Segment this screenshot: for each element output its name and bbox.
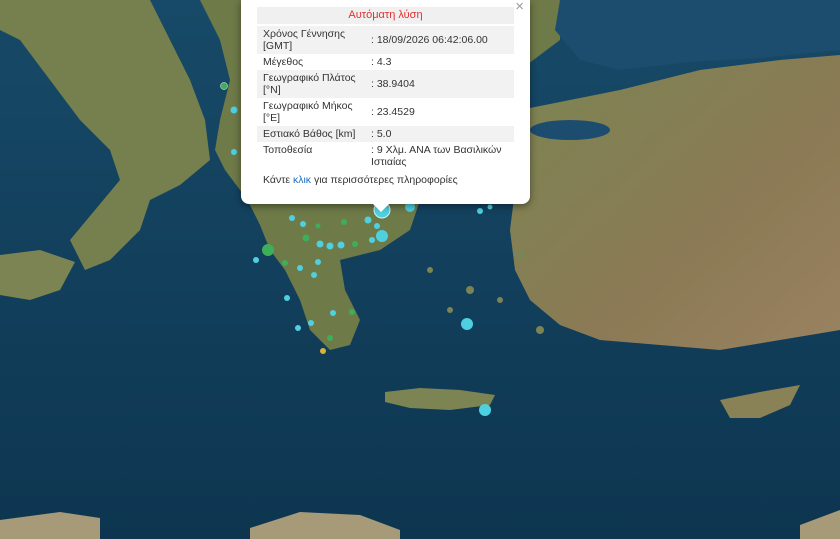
earthquake-marker[interactable]: [376, 230, 388, 242]
earthquake-marker[interactable]: [284, 295, 290, 301]
earthquake-marker[interactable]: [297, 265, 303, 271]
earthquake-marker[interactable]: [289, 215, 295, 221]
earthquake-marker[interactable]: [341, 219, 347, 225]
more-info-link[interactable]: κλικ: [293, 174, 311, 186]
earthquake-info-popup: × Αυτόματη λύση Χρόνος Γέννησης [GMT] : …: [241, 0, 530, 212]
row-value: : 18/09/2026 06:42:06.00: [371, 34, 488, 46]
popup-pointer: [372, 203, 390, 212]
row-label: Μέγεθος: [263, 56, 304, 68]
earthquake-marker[interactable]: [369, 237, 375, 243]
island: [515, 250, 525, 260]
row-label: Γεωγραφικό Πλάτος [°N]: [263, 72, 356, 96]
earthquake-marker[interactable]: [461, 318, 473, 330]
earthquake-marker[interactable]: [364, 216, 372, 224]
earthquake-marker[interactable]: [352, 241, 358, 247]
popup-title: Αυτόματη λύση: [257, 7, 514, 24]
earthquake-marker[interactable]: [477, 208, 483, 214]
island: [497, 297, 503, 303]
earthquake-marker[interactable]: [282, 260, 288, 266]
row-value: : 38.9404: [371, 78, 415, 90]
earthquake-marker[interactable]: [337, 241, 345, 249]
earthquake-marker[interactable]: [220, 82, 228, 90]
close-icon[interactable]: ×: [515, 0, 524, 14]
earthquake-marker[interactable]: [253, 257, 259, 263]
earthquake-marker[interactable]: [315, 259, 321, 265]
earthquake-marker[interactable]: [487, 204, 493, 210]
row-value: : 5.0: [371, 128, 392, 140]
popup-row-origin-time: Χρόνος Γέννησης [GMT] : 18/09/2026 06:42…: [257, 26, 514, 54]
earthquake-marker[interactable]: [300, 221, 306, 227]
island: [427, 267, 433, 273]
island: [466, 286, 474, 294]
row-value: : 23.4529: [371, 106, 415, 118]
earthquake-marker[interactable]: [262, 244, 274, 256]
earthquake-marker[interactable]: [330, 310, 336, 316]
row-value: : 4.3: [371, 56, 392, 68]
earthquake-marker[interactable]: [349, 309, 355, 315]
popup-row-longitude: Γεωγραφικό Μήκος [°E] : 23.4529: [257, 98, 514, 126]
more-info-prefix: Κάντε: [263, 174, 293, 186]
island: [447, 307, 453, 313]
earthquake-marker[interactable]: [316, 240, 324, 248]
more-info-suffix: για περισσότερες πληροφορίες: [311, 174, 458, 186]
sea-of-marmara: [530, 120, 610, 140]
row-label: Εστιακό Βάθος [km]: [263, 128, 356, 140]
earthquake-marker[interactable]: [230, 106, 238, 114]
island: [536, 326, 544, 334]
earthquake-marker-yellow[interactable]: [320, 348, 326, 354]
earthquake-marker[interactable]: [302, 234, 310, 242]
earthquake-marker[interactable]: [479, 404, 491, 416]
earthquake-marker[interactable]: [326, 242, 334, 250]
earthquake-marker[interactable]: [315, 223, 321, 229]
earthquake-marker[interactable]: [374, 223, 380, 229]
popup-row-location: Τοποθεσία : 9 Χλμ. ΑΝΑ των Βασιλικών Ιστ…: [257, 142, 514, 170]
earthquake-marker[interactable]: [311, 272, 317, 278]
row-label: Χρόνος Γέννησης [GMT]: [263, 28, 346, 52]
earthquake-marker[interactable]: [308, 320, 314, 326]
row-label: Τοποθεσία: [263, 144, 313, 156]
earthquake-marker[interactable]: [231, 149, 237, 155]
earthquake-marker[interactable]: [327, 335, 333, 341]
popup-row-magnitude: Μέγεθος : 4.3: [257, 54, 514, 70]
popup-row-depth: Εστιακό Βάθος [km] : 5.0: [257, 126, 514, 142]
row-value: : 9 Χλμ. ΑΝΑ των Βασιλικών Ιστιαίας: [371, 144, 502, 168]
popup-row-latitude: Γεωγραφικό Πλάτος [°N] : 38.9404: [257, 70, 514, 98]
earthquake-marker[interactable]: [295, 325, 301, 331]
row-label: Γεωγραφικό Μήκος [°E]: [263, 100, 353, 124]
more-info-line: Κάντε κλικ για περισσότερες πληροφορίες: [257, 170, 514, 186]
